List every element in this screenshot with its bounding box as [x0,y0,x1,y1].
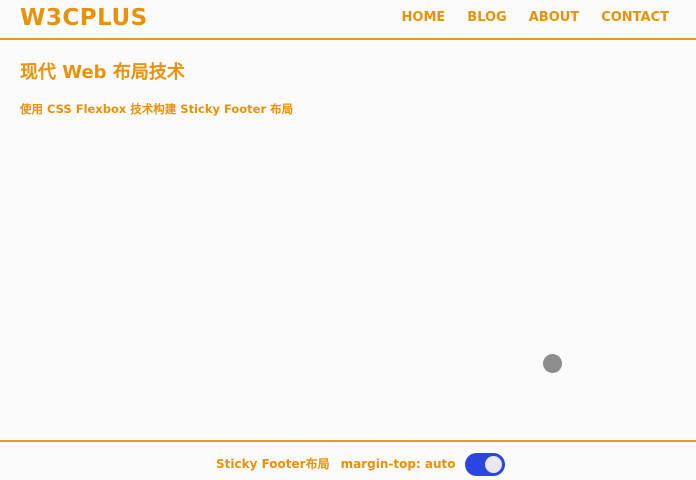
nav-blog-link[interactable]: BLOG [467,10,506,26]
footer-label: Sticky Footer布局 [216,457,330,471]
footer-css-value: margin-top: auto [340,457,456,471]
page-title: 现代 Web 布局技术 [20,62,185,83]
margin-top-toggle[interactable] [464,452,505,476]
main-nav: HOME BLOG ABOUT CONTACT [380,10,669,26]
cursor-indicator [543,354,562,373]
site-logo[interactable]: W3CPLUS [20,4,148,32]
footer: Sticky Footer布局 margin-top: auto [0,440,696,480]
footer-controls: Sticky Footer布局 margin-top: auto [216,452,505,476]
nav-home-link[interactable]: HOME [402,10,446,26]
nav-contact-link[interactable]: CONTACT [601,10,669,26]
main-content: 现代 Web 布局技术 使用 CSS Flexbox 技术构建 Sticky F… [20,61,293,117]
nav-about-link[interactable]: ABOUT [529,10,579,26]
page-subtitle: 使用 CSS Flexbox 技术构建 Sticky Footer 布局 [20,102,294,116]
toggle-knob [484,455,502,473]
page: W3CPLUS HOME BLOG ABOUT CONTACT 现代 Web 布… [0,0,696,480]
header: W3CPLUS HOME BLOG ABOUT CONTACT [0,0,696,40]
